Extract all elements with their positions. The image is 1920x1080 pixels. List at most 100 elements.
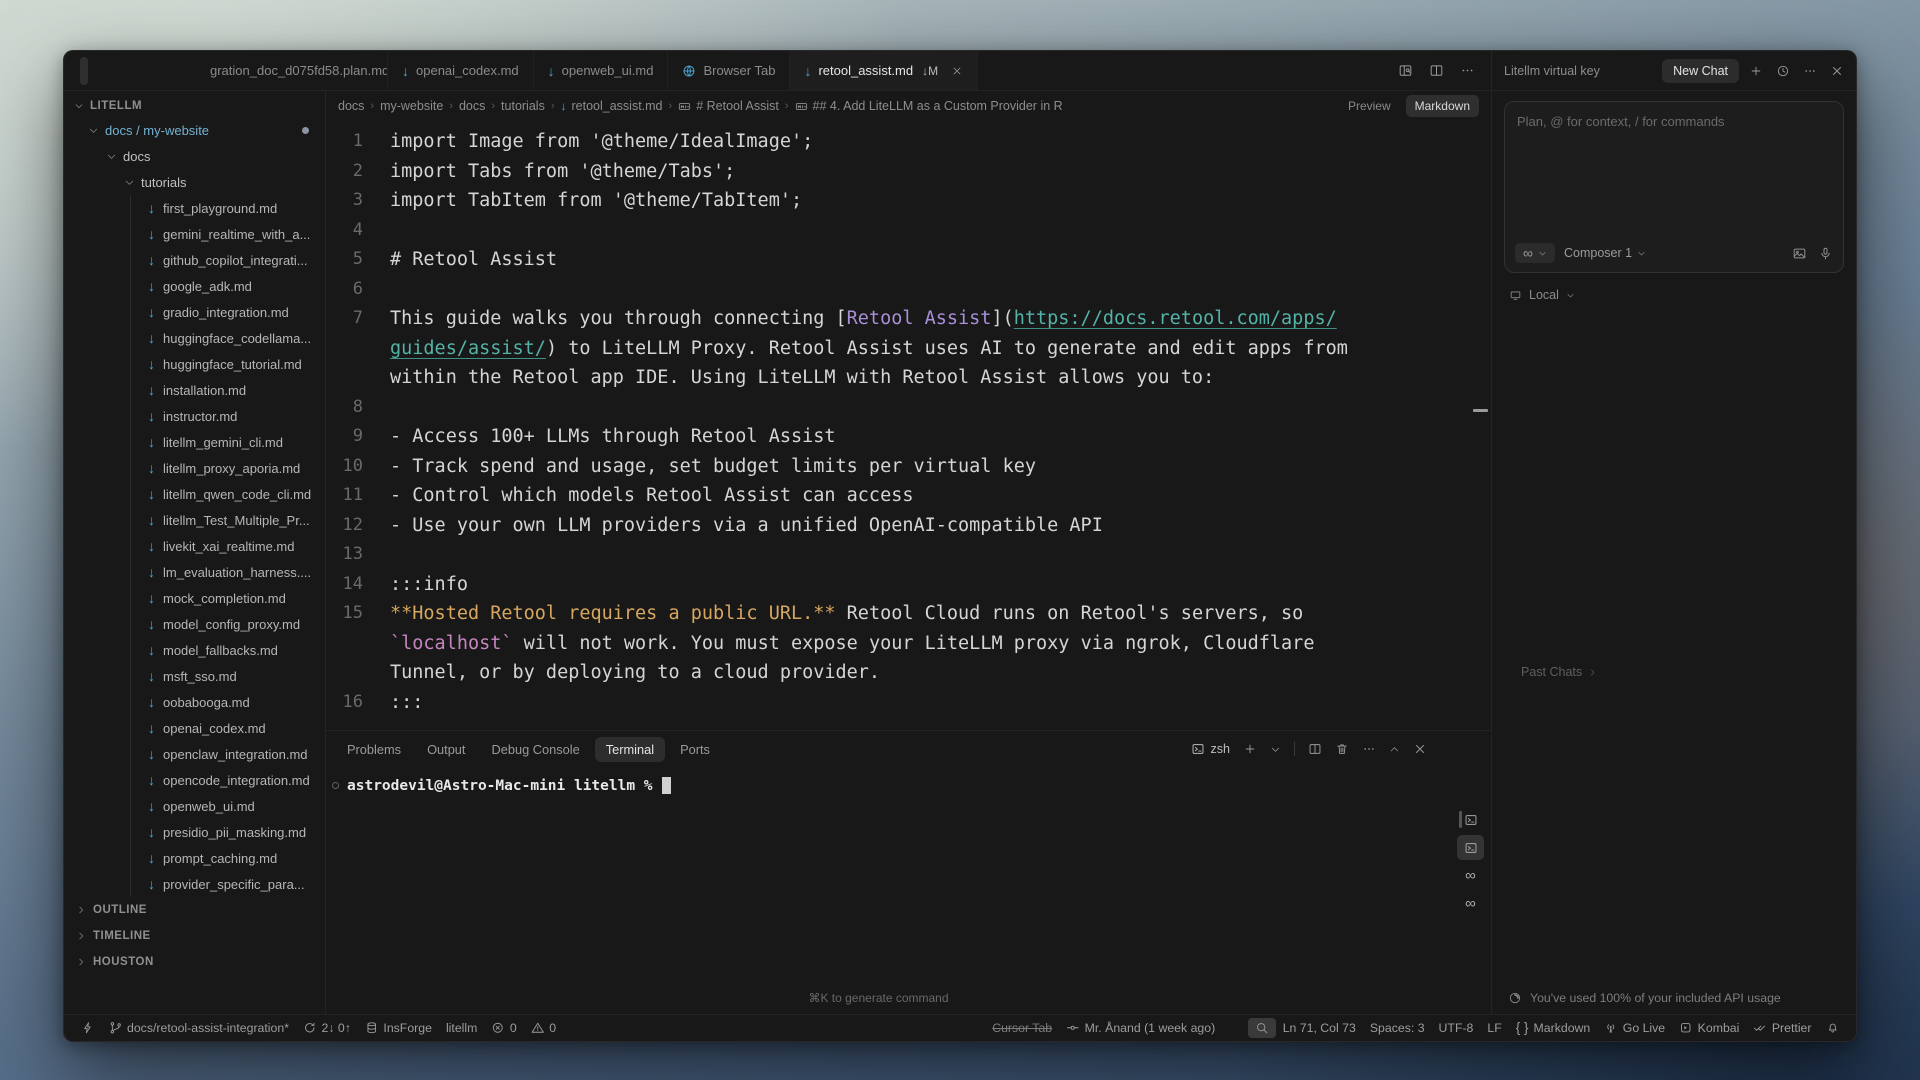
tree-file-presidio-pii-masking-md[interactable]: ↓presidio_pii_masking.md	[64, 819, 325, 845]
tree-file-github-copilot-integrati-[interactable]: ↓github_copilot_integrati...	[64, 247, 325, 273]
tree-file-openai-codex-md[interactable]: ↓openai_codex.md	[64, 715, 325, 741]
status-eol[interactable]: LF	[1480, 1021, 1508, 1035]
status-cursor-position[interactable]: Ln 71, Col 73	[1276, 1021, 1363, 1035]
tree-file-installation-md[interactable]: ↓installation.md	[64, 377, 325, 403]
status-prettier[interactable]: Prettier	[1746, 1021, 1818, 1035]
status-kombai[interactable]: Kombai	[1672, 1021, 1746, 1035]
status-blame[interactable]: Mr. Ånand (1 week ago)	[1059, 1021, 1222, 1035]
breadcrumb-item[interactable]: # Retool Assist	[678, 99, 779, 113]
sidebar-section-outline[interactable]: OUTLINE	[64, 897, 325, 923]
breadcrumb-item[interactable]: ## 4. Add LiteLLM as a Custom Provider i…	[795, 99, 1063, 113]
tree-file-model-fallbacks-md[interactable]: ↓model_fallbacks.md	[64, 637, 325, 663]
tree-file-openweb-ui-md[interactable]: ↓openweb_ui.md	[64, 793, 325, 819]
status-search-toggle[interactable]	[1248, 1018, 1276, 1038]
editor-tab-retool_assist.md[interactable]: ↓retool_assist.md↓M	[790, 51, 978, 90]
search-icon[interactable]	[103, 57, 111, 85]
breadcrumb-item[interactable]: my-website	[380, 99, 443, 113]
status-cursor-tab[interactable]: Cursor Tab	[985, 1021, 1059, 1035]
breadcrumb-item[interactable]: tutorials	[501, 99, 545, 113]
tree-file-lm-evaluation-harness-[interactable]: ↓lm_evaluation_harness....	[64, 559, 325, 585]
terminal-list-item[interactable]: ∞	[1457, 863, 1484, 888]
breadcrumb-item[interactable]: docs	[459, 99, 485, 113]
chevron-down-icon[interactable]	[1270, 744, 1281, 755]
model-selector[interactable]: Composer 1	[1564, 246, 1646, 260]
breadcrumb-item[interactable]: ↓retool_assist.md	[561, 99, 663, 113]
panel-tab-problems[interactable]: Problems	[336, 737, 412, 762]
tree-file-huggingface-tutorial-md[interactable]: ↓huggingface_tutorial.md	[64, 351, 325, 377]
chevron-up-icon[interactable]	[1389, 744, 1400, 755]
terminal-session-zsh[interactable]: zsh	[1191, 742, 1230, 756]
tree-file-prompt-caching-md[interactable]: ↓prompt_caching.md	[64, 845, 325, 871]
past-chats-toggle[interactable]: Past Chats	[1521, 665, 1597, 679]
status-encoding[interactable]: UTF-8	[1432, 1021, 1481, 1035]
tree-file-huggingface-codellama-[interactable]: ↓huggingface_codellama...	[64, 325, 325, 351]
plus-icon[interactable]	[1243, 742, 1257, 756]
breadcrumb-item[interactable]: docs	[338, 99, 364, 113]
status-insforge[interactable]: InsForge	[358, 1021, 439, 1035]
tree-file-gemini-realtime-with-a-[interactable]: ↓gemini_realtime_with_a...	[64, 221, 325, 247]
tree-folder-docs[interactable]: docs	[64, 143, 325, 169]
tree-file-openclaw-integration-md[interactable]: ↓openclaw_integration.md	[64, 741, 325, 767]
tree-file-model-config-proxy-md[interactable]: ↓model_config_proxy.md	[64, 611, 325, 637]
editor-tab-openai_codex.md[interactable]: ↓openai_codex.md	[388, 51, 534, 90]
more-icon[interactable]	[1362, 742, 1376, 756]
status-language-mode[interactable]: { }Markdown	[1509, 1021, 1598, 1035]
status-litellm[interactable]: litellm	[439, 1021, 484, 1035]
extensions-icon[interactable]	[149, 57, 157, 85]
sidebar-section-houston[interactable]: HOUSTON	[64, 949, 325, 975]
markdown-button[interactable]: Markdown	[1406, 95, 1479, 117]
tree-file-litellm-proxy-aporia-md[interactable]: ↓litellm_proxy_aporia.md	[64, 455, 325, 481]
panel-tab-output[interactable]: Output	[416, 737, 476, 762]
tree-file-litellm-gemini-cli-md[interactable]: ↓litellm_gemini_cli.md	[64, 429, 325, 455]
chat-tab-label[interactable]: Litellm virtual key	[1504, 64, 1652, 78]
tab-close-icon[interactable]	[951, 65, 963, 77]
tree-file-gradio-integration-md[interactable]: ↓gradio_integration.md	[64, 299, 325, 325]
tree-file-instructor-md[interactable]: ↓instructor.md	[64, 403, 325, 429]
tree-file-provider-specific-para-[interactable]: ↓provider_specific_para...	[64, 871, 325, 897]
tree-file-first-playground-md[interactable]: ↓first_playground.md	[64, 195, 325, 221]
mic-icon[interactable]	[1818, 246, 1833, 261]
panel-tab-terminal[interactable]: Terminal	[595, 737, 665, 762]
chat-input-box[interactable]: Plan, @ for context, / for commands ∞ Co…	[1504, 101, 1844, 273]
terminal-list-item[interactable]: ∞	[1457, 891, 1484, 916]
terminal-list-item[interactable]	[1457, 835, 1484, 860]
chevron-down-icon[interactable]	[172, 60, 180, 82]
status-notifications[interactable]	[1819, 1021, 1847, 1035]
panel-tab-debug-console[interactable]: Debug Console	[480, 737, 590, 762]
status-remote-indicator[interactable]	[74, 1021, 102, 1035]
tree-folder-docs-my-website[interactable]: docs / my-website	[64, 117, 325, 143]
tree-file-opencode-integration-md[interactable]: ↓opencode_integration.md	[64, 767, 325, 793]
git-branch-icon[interactable]	[126, 57, 134, 85]
more-icon[interactable]	[1460, 63, 1475, 78]
tree-file-google-adk-md[interactable]: ↓google_adk.md	[64, 273, 325, 299]
close-icon[interactable]	[1413, 742, 1427, 756]
close-icon[interactable]	[1830, 64, 1844, 78]
clock-icon[interactable]	[1776, 64, 1790, 78]
editor-tab-Browser Tab[interactable]: Browser Tab	[668, 51, 790, 90]
tree-file-litellm-qwen-code-cli-md[interactable]: ↓litellm_qwen_code_cli.md	[64, 481, 325, 507]
local-selector[interactable]: Local	[1509, 288, 1856, 302]
tree-folder-tutorials[interactable]: tutorials	[64, 169, 325, 195]
tree-file-litellm-Test-Multiple-Pr-[interactable]: ↓litellm_Test_Multiple_Pr...	[64, 507, 325, 533]
status-indentation[interactable]: Spaces: 3	[1363, 1021, 1432, 1035]
sidebar-section-timeline[interactable]: TIMELINE	[64, 923, 325, 949]
status-warnings[interactable]: 0	[524, 1021, 563, 1035]
editor-tab-gration_doc_d075fd58.plan.md[interactable]: gration_doc_d075fd58.plan.md	[206, 51, 388, 90]
panel-tab-ports[interactable]: Ports	[669, 737, 721, 762]
tree-file-oobabooga-md[interactable]: ↓oobabooga.md	[64, 689, 325, 715]
terminal-list-item[interactable]	[1457, 807, 1484, 832]
preview-button[interactable]: Preview	[1339, 95, 1400, 117]
split-editor-icon[interactable]	[1429, 63, 1444, 78]
new-chat-button[interactable]: New Chat	[1662, 59, 1739, 83]
tree-file-mock-completion-md[interactable]: ↓mock_completion.md	[64, 585, 325, 611]
explorer-root[interactable]: LITELLM	[64, 93, 325, 117]
tree-file-livekit-xai-realtime-md[interactable]: ↓livekit_xai_realtime.md	[64, 533, 325, 559]
code-editor[interactable]: 1import Image from '@theme/IdealImage';2…	[326, 121, 1491, 730]
split-search-icon[interactable]	[1398, 63, 1413, 78]
files-icon[interactable]	[80, 57, 88, 85]
status-sync-status[interactable]: 2↓ 0↑	[296, 1021, 358, 1035]
status-go-live[interactable]: Go Live	[1597, 1021, 1672, 1035]
tree-file-msft-sso-md[interactable]: ↓msft_sso.md	[64, 663, 325, 689]
more-icon[interactable]	[1803, 64, 1817, 78]
editor-tab-openweb_ui.md[interactable]: ↓openweb_ui.md	[534, 51, 669, 90]
